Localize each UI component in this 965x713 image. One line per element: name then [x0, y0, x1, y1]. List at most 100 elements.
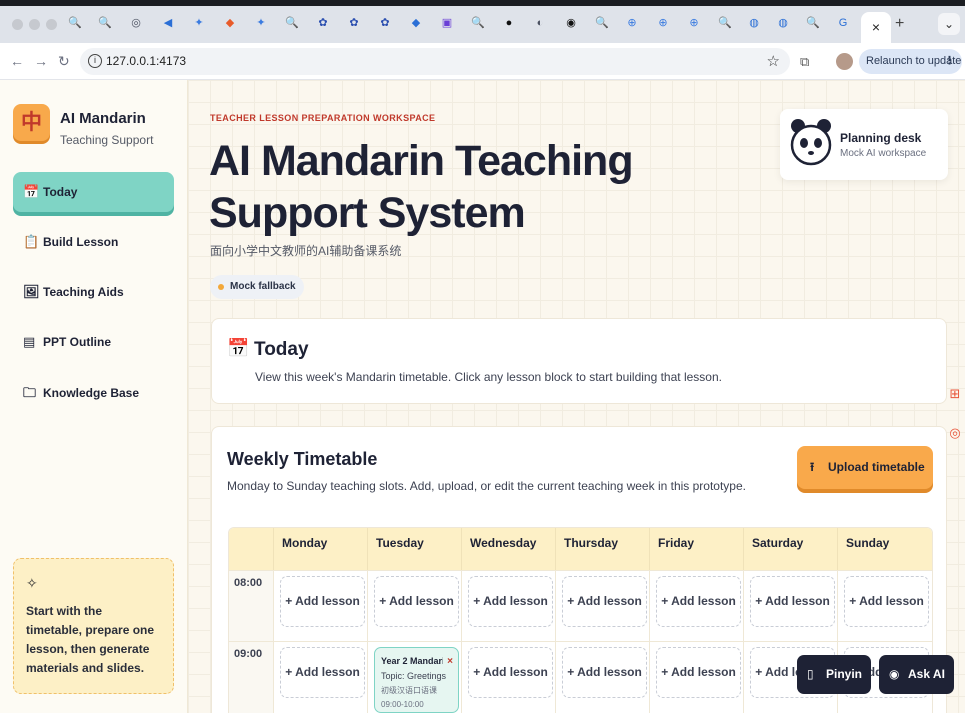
- add-lesson-button[interactable]: + Add lesson: [374, 576, 459, 627]
- pinyin-button[interactable]: ▯ Pinyin: [797, 655, 871, 694]
- globe-tab-icon[interactable]: ⊕: [686, 15, 702, 31]
- baidu-tab-icon[interactable]: ✿: [315, 15, 331, 31]
- close-tab-icon[interactable]: ×: [872, 19, 880, 35]
- tip-text: Start with the timetable, prepare one le…: [26, 604, 155, 675]
- add-lesson-button[interactable]: + Add lesson: [280, 576, 365, 627]
- day-header: Saturday: [743, 528, 837, 570]
- openai-tab-icon[interactable]: ◉: [563, 15, 579, 31]
- add-lesson-button[interactable]: + Add lesson: [562, 647, 647, 698]
- add-lesson-button[interactable]: + Add lesson: [280, 647, 365, 698]
- globe-tab-icon[interactable]: ◐: [532, 15, 548, 31]
- gemini-tab-icon[interactable]: ✦: [253, 15, 269, 31]
- tab-search-button[interactable]: ⌄: [938, 13, 960, 35]
- timetable-cell: + Add lesson: [555, 571, 649, 642]
- upload-icon: ⭱: [810, 460, 815, 474]
- sidebar-item-today[interactable]: 📅 Today: [13, 172, 174, 212]
- status-badge-label: Mock fallback: [230, 281, 296, 292]
- app-tab-icon[interactable]: ▣: [439, 15, 455, 31]
- tip-card: ✧ Start with the timetable, prepare one …: [13, 558, 174, 694]
- timetable-cell: + Add lesson: [555, 642, 649, 713]
- add-lesson-button[interactable]: + Add lesson: [656, 647, 741, 698]
- brand-title: AI Mandarin: [60, 110, 146, 127]
- app-tab-icon[interactable]: ◆: [408, 15, 424, 31]
- day-header: Thursday: [555, 528, 649, 570]
- vscode-tab-icon[interactable]: ◀: [160, 15, 176, 31]
- globe-tab-icon[interactable]: ⊕: [624, 15, 640, 31]
- time-slot-label: 08:00: [229, 571, 273, 642]
- page-title: AI Mandarin Teaching Support System: [209, 137, 634, 237]
- address-bar[interactable]: i 127.0.0.1:4173 ☆: [80, 48, 790, 75]
- sparkle-icon: ✧: [26, 575, 38, 591]
- sidebar-item-label: Build Lesson: [43, 235, 119, 249]
- globe-tab-icon[interactable]: ⊕: [655, 15, 671, 31]
- today-title: Today: [254, 339, 309, 360]
- search-tab-icon[interactable]: 🔍: [67, 15, 83, 31]
- add-lesson-button[interactable]: + Add lesson: [656, 576, 741, 627]
- new-tab-button[interactable]: +: [895, 15, 904, 33]
- copilot-tab-icon[interactable]: ◍: [775, 15, 791, 31]
- app-tab-icon[interactable]: ●: [501, 15, 517, 31]
- search-tab-icon[interactable]: 🔍: [805, 15, 821, 31]
- time-slot-label: 09:00: [229, 642, 273, 713]
- remove-lesson-icon[interactable]: ×: [447, 656, 453, 667]
- app-tab-icon[interactable]: ◆: [222, 15, 238, 31]
- google-tab-icon[interactable]: G: [835, 15, 851, 31]
- site-info-icon[interactable]: i: [88, 54, 102, 68]
- upload-label: Upload timetable: [828, 460, 925, 474]
- ask-ai-button[interactable]: ◉ Ask AI: [879, 655, 954, 694]
- bookmark-icon: ▯: [807, 667, 814, 681]
- browser-toolbar: ← → ↻ i 127.0.0.1:4173 ☆ ⧉ Relaunch to u…: [0, 43, 965, 80]
- copilot-tab-icon[interactable]: ◍: [746, 15, 762, 31]
- translate-icon[interactable]: ◎: [946, 425, 964, 447]
- add-lesson-button[interactable]: + Add lesson: [750, 576, 835, 627]
- sidebar-item-label: Knowledge Base: [43, 386, 140, 400]
- add-lesson-button[interactable]: + Add lesson: [468, 576, 553, 627]
- presentation-icon: ▤: [23, 334, 36, 349]
- upload-timetable-button[interactable]: ⭱ Upload timetable: [797, 446, 933, 489]
- profile-avatar[interactable]: [836, 53, 853, 70]
- extensions-icon[interactable]: ⧉: [800, 54, 809, 70]
- robot-icon: ◉: [889, 667, 900, 681]
- window-controls[interactable]: [12, 19, 57, 30]
- timetable-header: Monday Tuesday Wednesday Thursday Friday…: [229, 528, 932, 570]
- sidebar-item-teaching-aids[interactable]: 🖼 Teaching Aids: [13, 272, 174, 312]
- lesson-block[interactable]: Year 2 Mandarin × Topic: Greetings 初级汉语口…: [374, 647, 459, 713]
- folder-icon: 🗀: [23, 385, 37, 400]
- relaunch-button[interactable]: Relaunch to update ⋮: [859, 49, 962, 74]
- timetable-cell: + Add lesson: [743, 571, 837, 642]
- add-lesson-button[interactable]: + Add lesson: [468, 647, 553, 698]
- bookmark-star-icon[interactable]: ☆: [767, 52, 780, 70]
- page-eyebrow: TEACHER LESSON PREPARATION WORKSPACE: [210, 113, 436, 123]
- timetable-cell: + Add lesson: [649, 571, 743, 642]
- search-tab-icon[interactable]: 🔍: [470, 15, 486, 31]
- sidebar: 中 AI Mandarin Teaching Support 📅 Today 📋…: [0, 80, 188, 713]
- day-header: Friday: [649, 528, 743, 570]
- day-header: Wednesday: [461, 528, 555, 570]
- lesson-course-cn: 初级汉语口语课: [381, 686, 437, 695]
- forward-arrow-icon[interactable]: →: [34, 53, 48, 69]
- sidebar-item-knowledge-base[interactable]: 🗀 Knowledge Base: [13, 373, 174, 413]
- active-tab[interactable]: ×: [861, 12, 891, 43]
- status-dot: [218, 284, 224, 290]
- reload-icon[interactable]: ↻: [58, 53, 70, 70]
- baidu-tab-icon[interactable]: ✿: [377, 15, 393, 31]
- more-menu-icon[interactable]: ⋮: [944, 49, 955, 74]
- gemini-tab-icon[interactable]: ✦: [191, 15, 207, 31]
- search-tab-icon[interactable]: 🔍: [97, 15, 113, 31]
- url-text[interactable]: 127.0.0.1:4173: [106, 54, 186, 68]
- apps-add-icon[interactable]: ⊞: [946, 386, 964, 408]
- openai-tab-icon[interactable]: ◎: [128, 15, 144, 31]
- search-tab-icon[interactable]: 🔍: [594, 15, 610, 31]
- back-arrow-icon[interactable]: ←: [10, 53, 24, 69]
- search-tab-icon[interactable]: 🔍: [717, 15, 733, 31]
- baidu-tab-icon[interactable]: ✿: [346, 15, 362, 31]
- sidebar-item-ppt-outline[interactable]: ▤ PPT Outline: [13, 322, 174, 362]
- app-logo: 中: [13, 104, 50, 141]
- search-tab-icon[interactable]: 🔍: [284, 15, 300, 31]
- add-lesson-button[interactable]: + Add lesson: [844, 576, 929, 627]
- timetable-cell: + Add lesson: [367, 571, 461, 642]
- sidebar-item-build-lesson[interactable]: 📋 Build Lesson: [13, 222, 174, 262]
- pinyin-label: Pinyin: [826, 667, 863, 681]
- add-lesson-button[interactable]: + Add lesson: [562, 576, 647, 627]
- timetable-description: Monday to Sunday teaching slots. Add, up…: [227, 479, 746, 493]
